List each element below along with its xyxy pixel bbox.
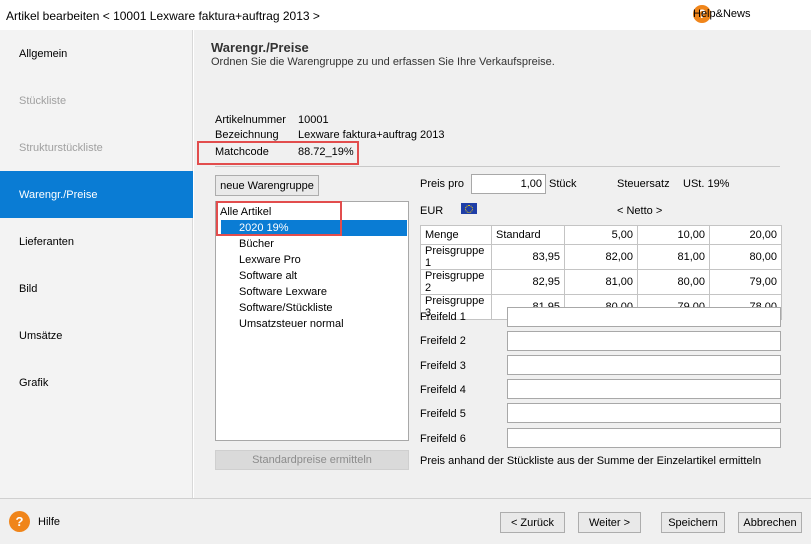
sidebar-item-label: Allgemein (19, 47, 68, 60)
divider (215, 166, 780, 167)
table-cell[interactable]: 82,95 (491, 269, 565, 295)
netto-toggle[interactable]: < Netto > (617, 205, 662, 217)
freefield-1-input[interactable] (507, 307, 781, 327)
freefield-4-input[interactable] (507, 379, 781, 399)
sidebar-item-label: Lieferanten (19, 235, 75, 248)
freefield-5-label: Freifeld 5 (420, 408, 466, 420)
article-name-label: Bezeichnung (215, 129, 279, 141)
standard-prices-button: Standardpreise ermitteln (215, 450, 409, 470)
sidebar-item-lieferanten[interactable]: Lieferanten (0, 218, 193, 265)
sidebar-item-allgemein[interactable]: Allgemein (0, 30, 193, 77)
price-per-label: Preis pro (420, 178, 465, 190)
help-label: Hilfe (38, 515, 61, 528)
freefield-3-input[interactable] (507, 355, 781, 375)
table-cell[interactable]: 80,00 (709, 244, 782, 270)
group-highlight (216, 201, 342, 236)
page-subtitle: Ordnen Sie die Warengruppe zu und erfass… (211, 56, 555, 68)
help-icon: ? (9, 511, 30, 532)
tax-value: USt. 19% (683, 178, 730, 190)
sidebar: Allgemein Stückliste Strukturstückliste … (0, 30, 193, 498)
table-cell: Preisgruppe 1 (420, 244, 492, 270)
sidebar-item-label: Umsätze (19, 329, 63, 342)
group-item-software-lexware[interactable]: Software Lexware (239, 284, 327, 300)
window-title: Artikel bearbeiten < 10001 Lexware faktu… (6, 9, 320, 23)
freefield-3-label: Freifeld 3 (420, 360, 466, 372)
freefield-1-label: Freifeld 1 (420, 311, 466, 323)
sidebar-item-label: Bild (19, 282, 38, 295)
new-group-button[interactable]: neue Warengruppe (215, 175, 319, 196)
table-cell[interactable]: 80,00 (637, 269, 710, 295)
article-name-value: Lexware faktura+auftrag 2013 (298, 129, 445, 141)
freefield-4-label: Freifeld 4 (420, 384, 466, 396)
table-cell[interactable]: 79,00 (709, 269, 782, 295)
freefield-5-input[interactable] (507, 403, 781, 423)
group-item-lexware-pro[interactable]: Lexware Pro (239, 252, 301, 268)
table-row: Preisgruppe 1 83,95 82,00 81,00 80,00 (420, 244, 782, 270)
sidebar-item-label: Grafik (19, 376, 49, 389)
table-row: Menge Standard 5,00 10,00 20,00 (420, 225, 782, 245)
next-button[interactable]: Weiter > (578, 512, 641, 533)
sidebar-item-strukturstueckliste: Strukturstückliste (0, 124, 193, 171)
table-header[interactable]: 20,00 (709, 225, 782, 245)
table-header[interactable]: 10,00 (637, 225, 710, 245)
sidebar-item-grafik[interactable]: Grafik (0, 359, 193, 406)
cancel-button[interactable]: Abbrechen (738, 512, 802, 533)
price-table: Menge Standard 5,00 10,00 20,00 Preisgru… (420, 225, 782, 320)
bom-price-note: Preis anhand der Stückliste aus der Summ… (420, 455, 762, 467)
help-news-label: Help&News (693, 8, 751, 20)
tax-label: Steuersatz (617, 178, 670, 190)
table-cell[interactable]: 81,00 (637, 244, 710, 270)
freefield-6-label: Freifeld 6 (420, 433, 466, 445)
matchcode-highlight (197, 141, 359, 165)
back-button[interactable]: < Zurück (500, 512, 565, 533)
group-item-software-stueckliste[interactable]: Software/Stückliste (239, 300, 333, 316)
currency-label: EUR (420, 205, 444, 217)
freefield-2-input[interactable] (507, 331, 781, 351)
freefield-6-input[interactable] (507, 428, 781, 448)
sidebar-item-umsaetze[interactable]: Umsätze (0, 312, 193, 359)
sidebar-item-label: Warengr./Preise (19, 188, 98, 201)
table-header[interactable]: 5,00 (564, 225, 638, 245)
sidebar-item-label: Strukturstückliste (19, 141, 103, 154)
help-button[interactable]: ? Hilfe (9, 511, 60, 532)
table-row: Preisgruppe 2 82,95 81,00 80,00 79,00 (420, 269, 782, 295)
help-news-button[interactable]: ? Help&News (693, 5, 750, 23)
unit-label: Stück (549, 178, 577, 190)
group-tree[interactable]: Alle Artikel 2020 19% Bücher Lexware Pro… (215, 201, 409, 441)
page-title: Warengr./Preise (211, 40, 309, 55)
save-button[interactable]: Speichern (661, 512, 725, 533)
table-cell[interactable]: 81,00 (564, 269, 638, 295)
title-bar: Artikel bearbeiten < 10001 Lexware faktu… (0, 0, 811, 30)
group-item-umsatzsteuer-normal[interactable]: Umsatzsteuer normal (239, 316, 344, 332)
price-per-input[interactable]: 1,00 (471, 174, 546, 194)
table-cell: Preisgruppe 2 (420, 269, 492, 295)
sidebar-item-stueckliste: Stückliste (0, 77, 193, 124)
group-item-buecher[interactable]: Bücher (239, 236, 274, 252)
main-content: Warengr./Preise Ordnen Sie die Warengrup… (194, 30, 811, 498)
article-number-label: Artikelnummer (215, 114, 286, 126)
sidebar-item-warengr-preise[interactable]: Warengr./Preise (0, 171, 193, 218)
table-header: Standard (491, 225, 565, 245)
table-header: Menge (420, 225, 492, 245)
group-item-software-alt[interactable]: Software alt (239, 268, 297, 284)
eu-flag-icon (461, 203, 477, 214)
article-number-value: 10001 (298, 114, 329, 126)
table-cell[interactable]: 83,95 (491, 244, 565, 270)
freefield-2-label: Freifeld 2 (420, 335, 466, 347)
table-cell[interactable]: 82,00 (564, 244, 638, 270)
footer-bar: ? Hilfe < Zurück Weiter > Speichern Abbr… (0, 498, 811, 544)
sidebar-item-label: Stückliste (19, 94, 67, 107)
sidebar-item-bild[interactable]: Bild (0, 265, 193, 312)
